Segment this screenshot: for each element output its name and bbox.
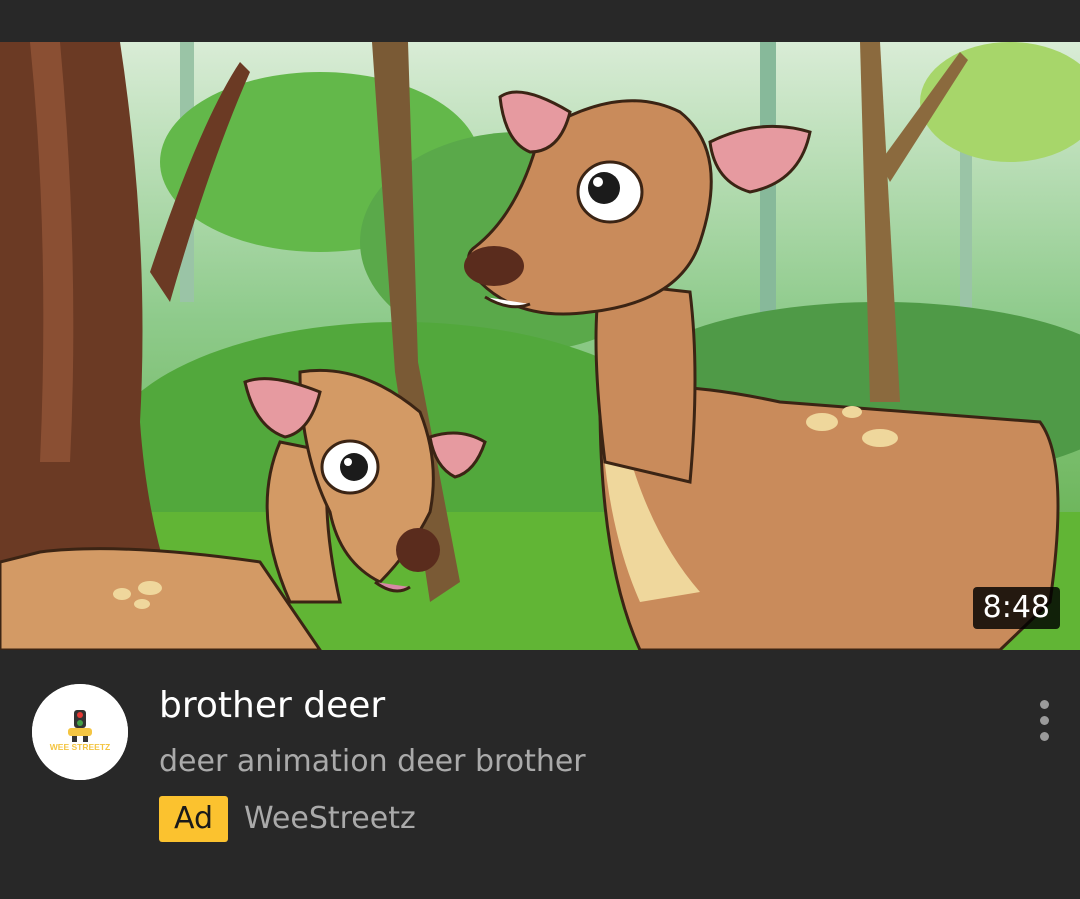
- channel-logo: WEE STREETZ: [32, 684, 128, 780]
- thumbnail-image: [0, 42, 1080, 650]
- video-thumbnail[interactable]: 8:48: [0, 42, 1080, 650]
- channel-avatar[interactable]: WEE STREETZ: [32, 684, 128, 780]
- video-duration: 8:48: [972, 587, 1060, 629]
- video-meta: WEE STREETZ brother deer deer animation …: [0, 650, 1080, 899]
- video-title[interactable]: brother deer: [159, 682, 385, 730]
- menu-dot: [1040, 716, 1049, 725]
- avatar-text: WEE STREETZ: [50, 742, 110, 752]
- top-bar: [0, 0, 1080, 42]
- ad-badge: Ad: [159, 796, 228, 842]
- menu-dot: [1040, 732, 1049, 741]
- channel-name[interactable]: WeeStreetz: [244, 798, 416, 840]
- menu-dot: [1040, 700, 1049, 709]
- video-description: deer animation deer brother: [159, 744, 586, 779]
- more-vert-icon[interactable]: [1024, 692, 1066, 748]
